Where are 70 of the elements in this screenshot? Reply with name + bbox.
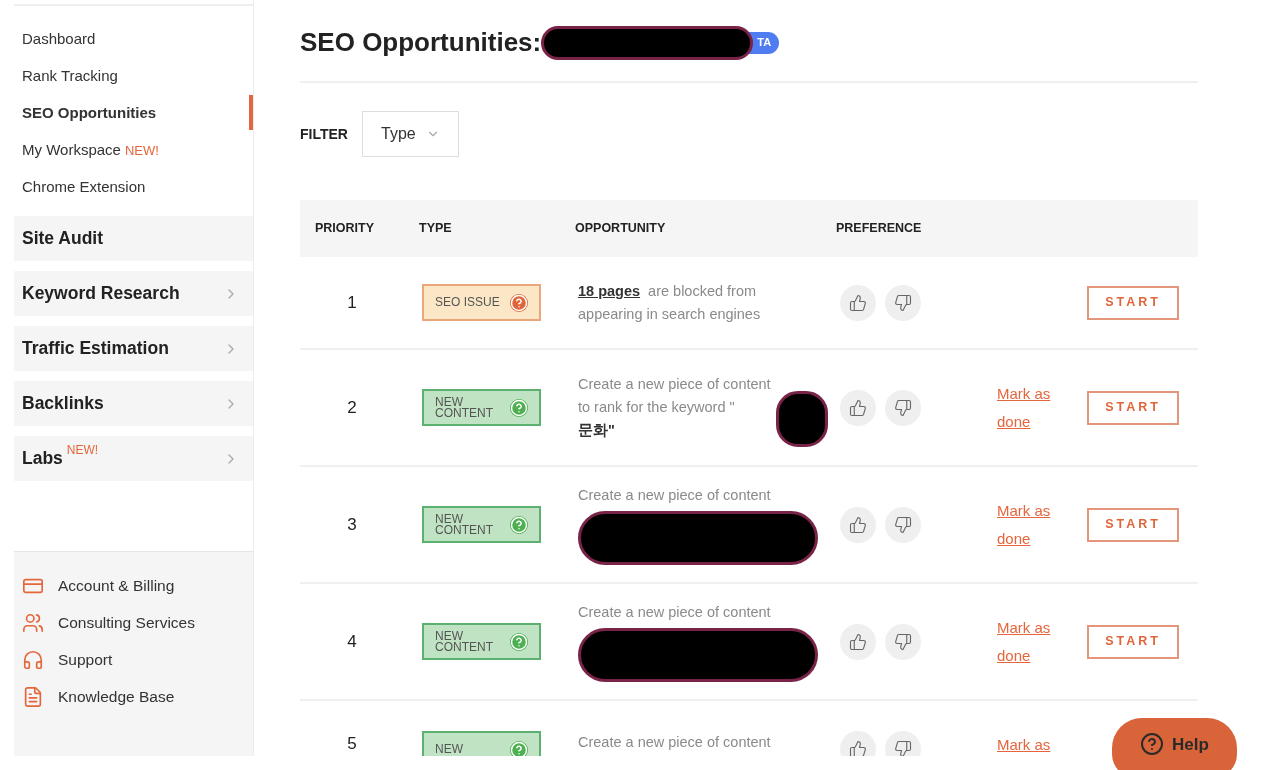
sidebar-section[interactable]: Labs NEW! [14, 436, 253, 481]
sidebar-section[interactable]: Backlinks [14, 381, 253, 426]
priority-number: 4 [347, 630, 357, 653]
help-icon [510, 398, 528, 417]
column-header: PREFERENCE [835, 220, 922, 238]
thumbs-down-icon [894, 398, 912, 417]
column-header: PRIORITY [314, 220, 375, 238]
type-badge: NEW [422, 731, 541, 756]
active-indicator [249, 95, 253, 130]
thumbs-up-icon [849, 515, 867, 534]
pages-link[interactable]: 18 pages [578, 282, 641, 299]
thumbs-up-icon [849, 398, 867, 417]
headphones-icon [22, 649, 44, 671]
column-header: OPPORTUNITY [574, 220, 666, 238]
opportunity-text: Create a new piece of content [578, 733, 772, 752]
type-badge: NEW CONTENT [422, 506, 541, 543]
thumbs-down-button[interactable] [885, 623, 921, 660]
thumbs-down-icon [894, 515, 912, 534]
help-icon [510, 293, 528, 312]
people-icon [22, 612, 44, 634]
sidebar-item[interactable]: SEO Opportunities [0, 95, 253, 132]
keyword-text: 문화" [578, 421, 616, 440]
sidebar-item[interactable]: Rank Tracking [0, 58, 253, 95]
thumbs-up-icon [849, 632, 867, 651]
opportunity-text: 18 pages are blocked from appearing in search engines [578, 281, 762, 324]
opportunity-text: Create a new piece of content to rank for the keyword " [578, 375, 772, 417]
help-icon [510, 740, 528, 756]
new-label: NEW! [66, 442, 99, 460]
help-icon [510, 632, 528, 651]
sidebar-section[interactable]: Keyword Research [14, 271, 253, 316]
help-button[interactable]: Help [1112, 718, 1237, 770]
thumbs-up-icon [849, 293, 867, 312]
thumbs-up-button[interactable] [840, 284, 876, 321]
priority-number: 1 [347, 291, 357, 314]
opportunity-text: Create a new piece of content [578, 603, 772, 622]
type-badge: SEO ISSUE [422, 284, 541, 321]
type-badge: NEW CONTENT [422, 389, 541, 426]
type-dropdown[interactable]: Type [362, 111, 459, 157]
footer-link[interactable]: Support [14, 648, 253, 672]
thumbs-down-button[interactable] [885, 506, 921, 543]
footer-link[interactable]: Consulting Services [14, 611, 253, 635]
thumbs-down-icon [894, 740, 912, 756]
sidebar-section[interactable]: Traffic Estimation [14, 326, 253, 371]
opportunity-text: Create a new piece of content [578, 486, 772, 505]
document-icon [22, 686, 44, 708]
thumbs-up-icon [849, 740, 867, 756]
footer-link[interactable]: Knowledge Base [14, 685, 253, 709]
sidebar-section[interactable]: Site Audit [14, 216, 253, 261]
sidebar-item[interactable]: Chrome Extension [0, 169, 253, 206]
thumbs-down-button[interactable] [885, 389, 921, 426]
thumbs-up-button[interactable] [840, 623, 876, 660]
thumbs-up-button[interactable] [840, 389, 876, 426]
thumbs-down-icon [894, 293, 912, 312]
help-icon [1140, 732, 1165, 756]
priority-number: 3 [347, 513, 357, 536]
filter-label: FILTER [300, 124, 349, 144]
page-title: SEO Opportunities: [300, 26, 542, 59]
column-header: TYPE [418, 220, 452, 238]
footer-link[interactable]: Account & Billing [14, 574, 253, 598]
thumbs-up-button[interactable] [840, 506, 876, 543]
new-label: NEW! [124, 141, 159, 160]
thumbs-down-button[interactable] [885, 284, 921, 321]
thumbs-down-icon [894, 632, 912, 651]
help-icon [510, 515, 528, 534]
priority-number: 2 [347, 396, 357, 419]
priority-number: 5 [347, 733, 357, 755]
sidebar-item[interactable]: Dashboard [0, 21, 253, 58]
type-badge: NEW CONTENT [422, 623, 541, 660]
sidebar-item[interactable]: My Workspace NEW! [0, 132, 253, 169]
redaction-mark [776, 391, 828, 447]
